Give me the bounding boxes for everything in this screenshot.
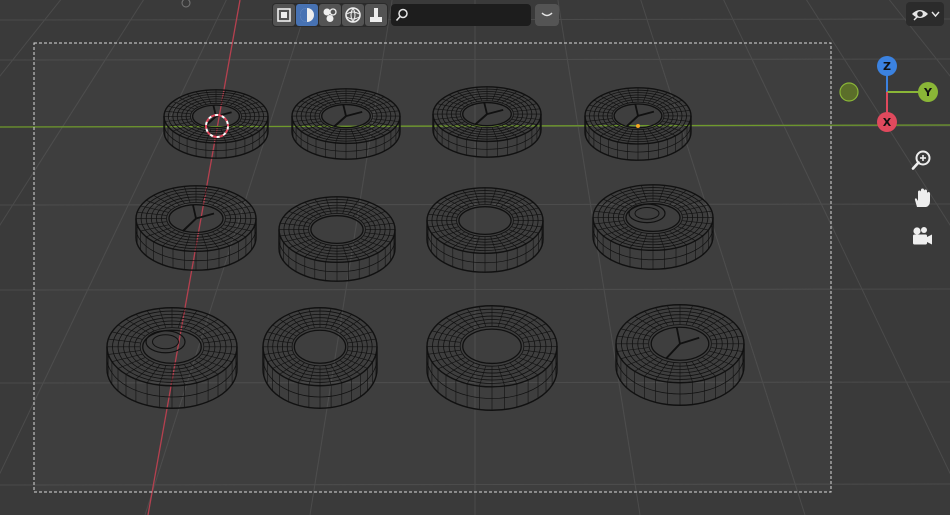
origin-point	[636, 124, 640, 128]
shading-options-icon	[370, 8, 382, 22]
gizmo-neg-y-icon[interactable]	[839, 82, 859, 102]
svg-text:Y: Y	[923, 86, 933, 99]
search-field[interactable]	[391, 4, 531, 26]
camera-frame-fill	[34, 43, 831, 492]
3d-viewport[interactable]	[0, 0, 950, 515]
navigation-gizmo[interactable]: Z Y X	[833, 50, 943, 140]
gizmo-z-axis[interactable]: Z	[877, 56, 897, 76]
search-input[interactable]	[413, 7, 527, 23]
svg-text:X: X	[883, 116, 892, 129]
search-icon	[395, 8, 408, 22]
chevron-down-icon	[541, 12, 553, 17]
solid-shading-button[interactable]	[296, 4, 318, 26]
gizmo-x-axis[interactable]: X	[877, 112, 897, 132]
material-preview-icon	[323, 8, 337, 22]
shading-mode-group	[272, 3, 388, 27]
pan-hand-icon	[914, 188, 930, 207]
camera-view-button[interactable]	[908, 222, 936, 250]
chevron-down-icon	[930, 11, 940, 18]
material-preview-button[interactable]	[319, 4, 341, 26]
zoom-icon	[911, 150, 931, 170]
shading-options-button[interactable]	[365, 4, 387, 26]
eye-icon	[911, 10, 928, 21]
camera-view-icon	[913, 227, 932, 245]
wireframe-shading-icon	[277, 8, 291, 22]
visibility-dropdown-button[interactable]	[906, 2, 944, 26]
filter-dropdown-button[interactable]	[535, 4, 559, 26]
rendered-shading-icon	[345, 7, 361, 23]
rendered-shading-button[interactable]	[342, 4, 364, 26]
wireframe-shading-button[interactable]	[273, 4, 295, 26]
pan-button[interactable]	[908, 184, 936, 212]
gizmo-y-axis[interactable]: Y	[918, 82, 938, 102]
viewport-header	[272, 3, 559, 27]
solid-shading-icon	[300, 8, 314, 22]
zoom-button[interactable]	[908, 146, 936, 174]
svg-text:Z: Z	[883, 60, 891, 73]
